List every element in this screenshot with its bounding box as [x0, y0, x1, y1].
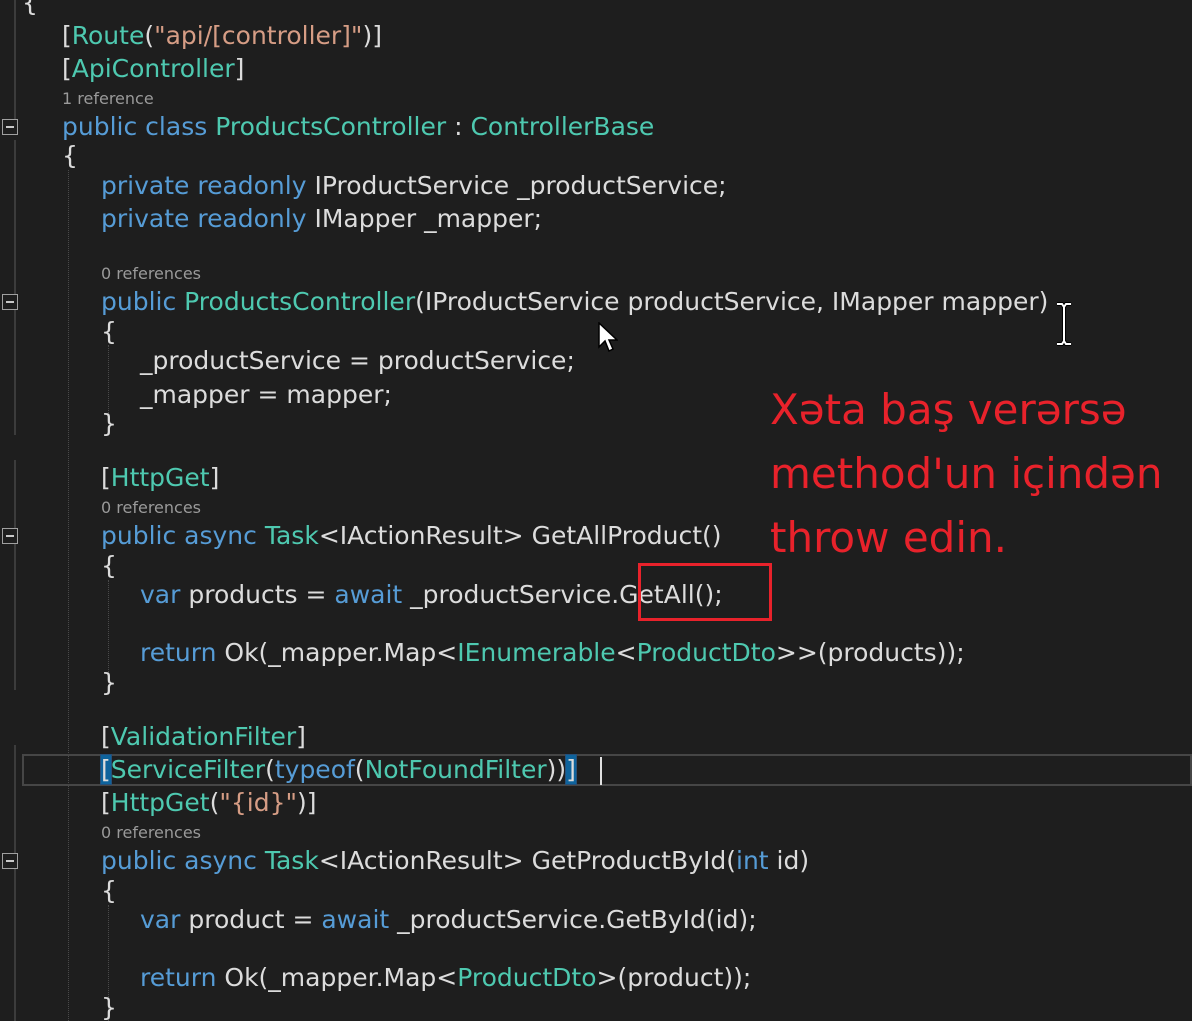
codelens-references[interactable]: 0 references [101, 264, 201, 284]
editor-margin [0, 0, 22, 1021]
code-line-field[interactable]: private readonly IProductService _produc… [101, 169, 727, 203]
code-line-apicontroller[interactable]: [ApiController] [62, 52, 244, 86]
indent-guide [68, 170, 69, 1021]
code-line-return[interactable]: return Ok(_mapper.Map<ProductDto>(produc… [140, 961, 751, 995]
code-line[interactable]: } [101, 991, 117, 1021]
code-line-call[interactable]: var products = await _productService.Get… [140, 578, 723, 612]
code-line-method[interactable]: public async Task<IActionResult> GetProd… [101, 844, 809, 878]
code-line[interactable]: } [101, 666, 117, 700]
code-line-assign[interactable]: _mapper = mapper; [140, 378, 392, 412]
indent-guide [108, 580, 109, 676]
code-line[interactable]: { [22, 0, 38, 20]
code-line[interactable]: { [62, 139, 78, 173]
code-line-method[interactable]: public async Task<IActionResult> GetAllP… [101, 519, 722, 553]
annotation-note: Xəta baş verərsə method'un içindən throw… [770, 378, 1190, 570]
mouse-pointer-icon [598, 322, 618, 353]
collapse-method-icon[interactable] [2, 528, 18, 544]
annotation-highlight-box [638, 563, 772, 621]
change-bar [14, 0, 16, 120]
collapse-class-icon[interactable] [2, 119, 18, 135]
code-line-constructor[interactable]: public ProductsController(IProductServic… [101, 285, 1048, 319]
collapse-constructor-icon[interactable] [2, 294, 18, 310]
code-line-assign[interactable]: _productService = productService; [140, 344, 575, 378]
collapse-method-icon[interactable] [2, 853, 18, 869]
change-bar [14, 745, 16, 1021]
code-line-class[interactable]: public class ProductsController : Contro… [62, 110, 654, 144]
annotation-line: method'un içindən [770, 449, 1163, 498]
code-line-attribute[interactable]: [HttpGet] [101, 461, 219, 495]
codelens-references[interactable]: 0 references [101, 823, 201, 843]
code-line-attribute[interactable]: [ValidationFilter] [101, 720, 306, 754]
code-line-route[interactable]: [Route("api/[controller]")] [62, 19, 382, 53]
code-line[interactable]: { [101, 549, 117, 583]
code-line-call[interactable]: var product = await _productService.GetB… [140, 903, 757, 937]
code-line-field[interactable]: private readonly IMapper _mapper; [101, 202, 542, 236]
annotation-line: Xəta baş verərsə [770, 385, 1127, 434]
code-line-return[interactable]: return Ok(_mapper.Map<IEnumerable<Produc… [140, 636, 965, 670]
change-bar [14, 140, 16, 435]
change-bar [14, 460, 16, 690]
code-line[interactable]: { [101, 315, 117, 349]
codelens-references[interactable]: 1 reference [62, 89, 154, 109]
code-editor[interactable]: { [Route("api/[controller]")] [ApiContro… [0, 0, 1192, 1021]
code-line-attribute-current[interactable]: [ServiceFilter(typeof(NotFoundFilter))] [100, 753, 577, 787]
text-caret [600, 757, 602, 785]
text-cursor-icon [1057, 302, 1071, 346]
annotation-line: throw edin. [770, 513, 1007, 562]
code-line[interactable]: } [101, 407, 117, 441]
code-line[interactable]: { [101, 874, 117, 908]
code-line-attribute[interactable]: [HttpGet("{id}")] [101, 786, 317, 820]
codelens-references[interactable]: 0 references [101, 498, 201, 518]
